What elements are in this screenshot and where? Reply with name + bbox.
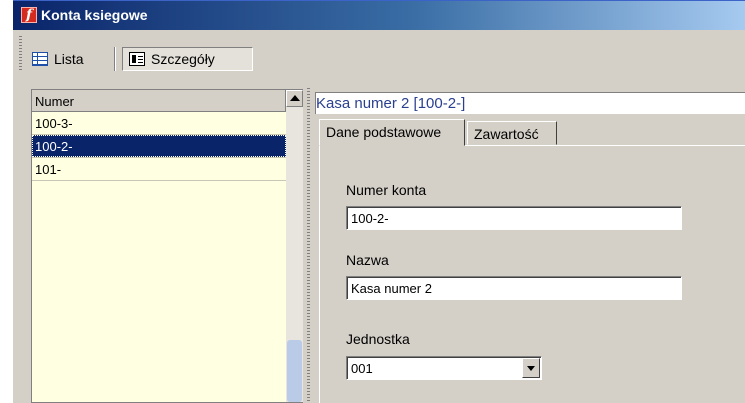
szczegoly-button[interactable]: Szczegóły — [122, 47, 253, 71]
nazwa-field[interactable]: Kasa numer 2 — [346, 276, 682, 300]
toolbar-grip[interactable] — [19, 36, 22, 72]
jednostka-select[interactable]: 001 — [346, 356, 542, 380]
list-view-icon — [32, 52, 48, 66]
window-title: Konta ksiegowe — [41, 7, 148, 23]
panel-splitter[interactable] — [307, 88, 310, 403]
list-item[interactable]: 101- — [32, 158, 286, 181]
detail-panel: Kasa numer 2 [100-2-] Dane podstawowe Za… — [315, 88, 745, 403]
chevron-down-icon[interactable] — [522, 358, 540, 378]
szczegoly-label: Szczegóły — [151, 51, 215, 67]
list-item[interactable]: 100-3- — [32, 112, 286, 135]
list-item-selected[interactable]: 100-2- — [32, 135, 286, 158]
record-title: Kasa numer 2 [100-2-] — [315, 92, 745, 114]
app-logo-icon: f — [21, 7, 37, 23]
window: f Konta ksiegowe Lista Szczegóły Numer 1… — [13, 0, 745, 403]
scroll-up-arrow-icon[interactable] — [286, 90, 303, 107]
column-header-numer[interactable]: Numer — [32, 90, 286, 112]
jednostka-label: Jednostka — [346, 331, 410, 347]
title-bar[interactable]: f Konta ksiegowe — [13, 0, 745, 30]
tab-zawartosc[interactable]: Zawartość — [467, 121, 557, 145]
numer-konta-label: Numer konta — [346, 182, 427, 198]
accounts-list: Numer 100-3- 100-2- 101- — [31, 89, 303, 403]
nazwa-label: Nazwa — [346, 252, 389, 268]
numer-konta-field[interactable]: 100-2- — [346, 206, 682, 230]
content-area: Numer 100-3- 100-2- 101- Kasa numer 2 [1… — [13, 88, 745, 403]
toolbar-separator — [114, 47, 116, 71]
list-scrollbar[interactable] — [286, 90, 303, 402]
tab-content: Numer konta 100-2- Nazwa Kasa numer 2 Je… — [319, 145, 745, 403]
jednostka-value: 001 — [351, 361, 373, 376]
tab-dane-podstawowe[interactable]: Dane podstawowe — [319, 119, 465, 146]
details-view-icon — [129, 52, 145, 66]
lista-label: Lista — [54, 51, 84, 67]
toolbar: Lista Szczegóły — [13, 30, 745, 88]
lista-button[interactable]: Lista — [26, 47, 110, 71]
scrollbar-thumb[interactable] — [287, 340, 302, 402]
